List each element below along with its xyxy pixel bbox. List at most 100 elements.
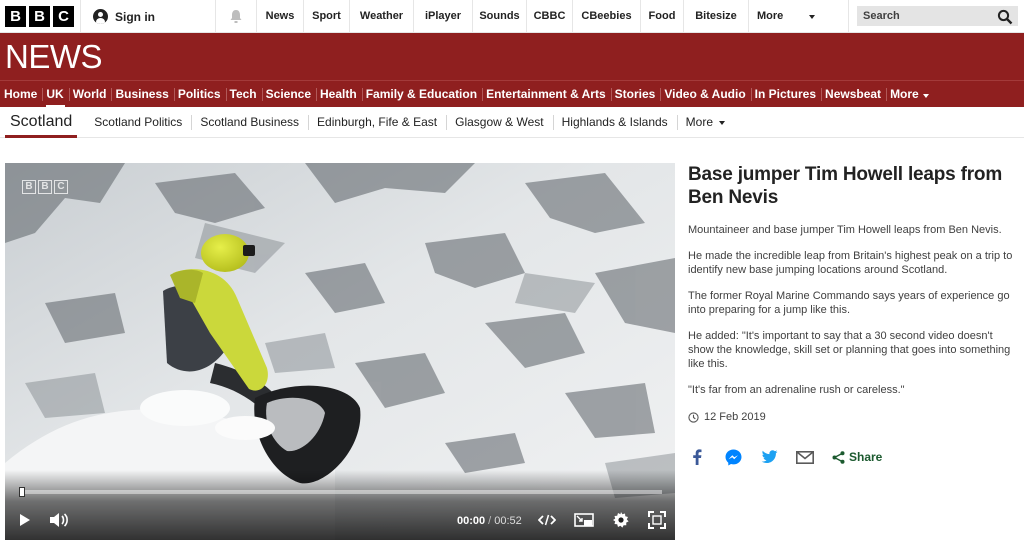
section-tab-newsbeat[interactable]: Newsbeat [821,81,886,108]
embed-button[interactable] [537,510,557,530]
section-tab-label: Newsbeat [825,87,882,101]
news-wordmark[interactable]: NEWS [5,38,103,76]
nav-news[interactable]: News [256,0,303,33]
share-facebook-button[interactable] [688,448,706,466]
duration: 00:52 [494,515,522,527]
section-tab-label: More [890,87,919,101]
nav-bitesize[interactable]: Bitesize [683,0,748,33]
section-tab-uk[interactable]: UK [42,81,68,108]
gear-icon [613,512,629,528]
bbc-logo[interactable]: B B C [5,6,74,27]
embed-code-icon [538,514,556,526]
time-display: 00:00/00:52 [457,515,522,527]
share-messenger-button[interactable] [724,448,742,466]
section-nav: Home UK World Business Politics Tech Science He… [0,80,1024,108]
current-time: 00:00 [457,515,486,527]
scotland-subnav: Scotland Scotland Politics Scotland Busin… [0,107,1024,138]
nav-sport[interactable]: Sport [303,0,349,33]
fullscreen-icon [648,511,666,529]
bbc-logo-letter: B [29,6,50,27]
section-tab-stories[interactable]: Stories [610,81,661,108]
share-email-button[interactable] [796,448,814,466]
picture-in-picture-icon [574,512,594,527]
email-icon [796,450,814,464]
fullscreen-button[interactable] [647,510,667,530]
bbc-logo-letter: C [53,6,74,27]
section-tab-label: Science [265,87,312,101]
search-input[interactable] [857,6,1018,26]
section-tab-business[interactable]: Business [111,81,173,108]
nav-sounds[interactable]: Sounds [472,0,526,33]
notifications-button[interactable] [215,0,256,33]
subnav-more-button[interactable]: More [676,107,733,138]
subnav-more-label: More [685,114,714,129]
section-tab-health[interactable]: Health [316,81,362,108]
section-tab-label: Health [320,87,357,101]
section-tab-label: World [72,87,107,101]
section-tab-more[interactable]: More [886,81,933,108]
section-tab-entertainment-and-arts[interactable]: Entertainment & Arts [482,81,611,108]
section-tab-tech[interactable]: Tech [225,81,262,108]
share-icon [832,450,845,464]
news-banner: NEWS [0,33,1024,80]
subnav-title[interactable]: Scotland [5,107,78,138]
section-tab-home[interactable]: Home [0,81,42,108]
section-tab-science[interactable]: Science [261,81,316,108]
subnav-link[interactable]: Edinburgh, Fife & East [308,107,446,138]
chevron-down-icon [922,94,929,98]
player-watermark: B B C [22,180,68,194]
time-separator: / [488,515,492,527]
section-tab-world[interactable]: World [68,81,112,108]
picture-in-picture-button[interactable] [573,510,595,530]
story-paragraph: "It's far from an adrenaline rush or car… [688,384,905,396]
share-twitter-button[interactable] [760,448,778,466]
player-controls: 00:00/00:52 [5,470,675,540]
nav-iplayer[interactable]: iPlayer [413,0,472,33]
settings-button[interactable] [611,510,631,530]
story-body: Base jumper Tim Howell leaps from Ben Ne… [688,163,1018,423]
clock-icon [688,411,699,423]
sign-in-link[interactable]: Sign in [80,0,215,33]
story-paragraph: Mountaineer and base jumper Tim Howell l… [688,224,1002,236]
nav-food[interactable]: Food [640,0,683,33]
story-date: 12 Feb 2019 [688,411,1018,423]
section-tab-label: Tech [229,87,257,101]
play-button[interactable] [15,510,35,530]
nav-weather[interactable]: Weather [349,0,413,33]
story-paragraph: He added: "It's important to say that a … [688,330,1011,370]
bbc-masthead: B B C Sign in News Sport Weather iPlayer Sou… [0,0,1024,33]
section-tab-in-pictures[interactable]: In Pictures [750,81,821,108]
account-icon [93,9,108,24]
nav-cbeebies[interactable]: CBeebies [572,0,640,33]
section-tab-label: In Pictures [754,87,817,101]
subnav-link[interactable]: Highlands & Islands [552,107,677,138]
volume-button[interactable] [47,510,71,530]
volume-icon [50,513,68,527]
nav-cbbc[interactable]: CBBC [526,0,572,33]
search-icon[interactable] [997,9,1013,25]
section-tab-politics[interactable]: Politics [173,81,226,108]
sign-in-label: Sign in [115,9,155,24]
subnav-link[interactable]: Glasgow & West [446,107,552,138]
messenger-icon [725,449,741,465]
video-player[interactable]: B B C 00:00/00:52 [5,163,675,540]
subnav-link[interactable]: Scotland Business [191,107,308,138]
search-box [848,0,1024,33]
section-tab-video-and-audio[interactable]: Video & Audio [660,81,750,108]
bell-icon [230,10,242,23]
share-tools: Share [688,448,882,466]
section-tab-label: Politics [177,87,221,101]
bbc-logo-letter: B [5,6,26,27]
section-tab-family-and-education[interactable]: Family & Education [361,81,482,108]
story-paragraph: He made the incredible leap from Britain… [688,250,1013,276]
section-tab-label: Video & Audio [664,87,746,101]
global-nav: News Sport Weather iPlayer Sounds CBBC CBeebie… [256,0,825,33]
watermark-letter: B [22,180,36,194]
progress-bar[interactable] [19,487,662,497]
section-tab-label: Business [115,87,169,101]
subnav-link[interactable]: Scotland Politics [85,107,191,138]
progress-handle[interactable] [19,487,25,497]
share-button[interactable]: Share [832,450,882,464]
story-headline: Base jumper Tim Howell leaps from Ben Ne… [688,164,1003,208]
nav-more[interactable]: More [748,0,825,33]
